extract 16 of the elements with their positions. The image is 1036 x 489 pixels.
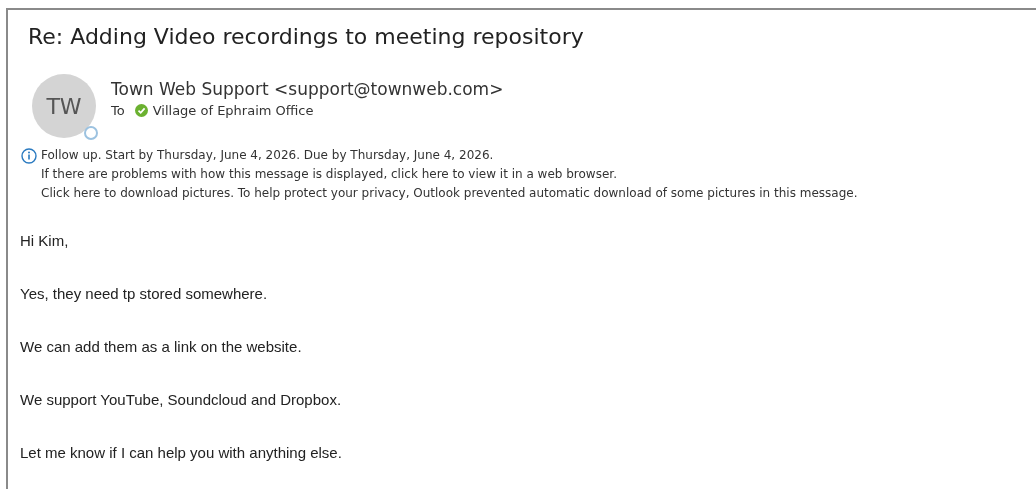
body-paragraph: Hi Kim,: [20, 231, 70, 251]
email-subject: Re: Adding Video recordings to meeting repository: [28, 23, 585, 51]
info-line[interactable]: Click here to download pictures. To help protect your privacy, Outlook prevented automatic download of some pictures in this message.: [41, 184, 858, 203]
body-paragraph: We support YouTube, Soundcloud and Dropbox.: [20, 390, 343, 410]
body-paragraph: Yes, they need tp stored somewhere.: [20, 284, 269, 304]
body-paragraph: Let me know if I can help you with anything else.: [20, 443, 343, 463]
info-line[interactable]: If there are problems with how this message is displayed, click here to view it in a web browser.: [41, 165, 858, 184]
info-line: Follow up. Start by Thursday, June 4, 2026. Due by Thursday, June 4, 2026.: [41, 147, 495, 164]
avatar-initials: TW: [46, 93, 82, 119]
check-icon: [134, 104, 148, 117]
recipient-name[interactable]: Village of Ephraim Office: [152, 103, 314, 118]
body-paragraph: We can add them as a link on the website.: [20, 337, 303, 357]
sender-name: Town Web Support <support@townweb.com>: [111, 79, 504, 99]
info-icon: [21, 148, 37, 164]
presence-icon: [84, 126, 98, 140]
to-label: To: [111, 103, 125, 118]
